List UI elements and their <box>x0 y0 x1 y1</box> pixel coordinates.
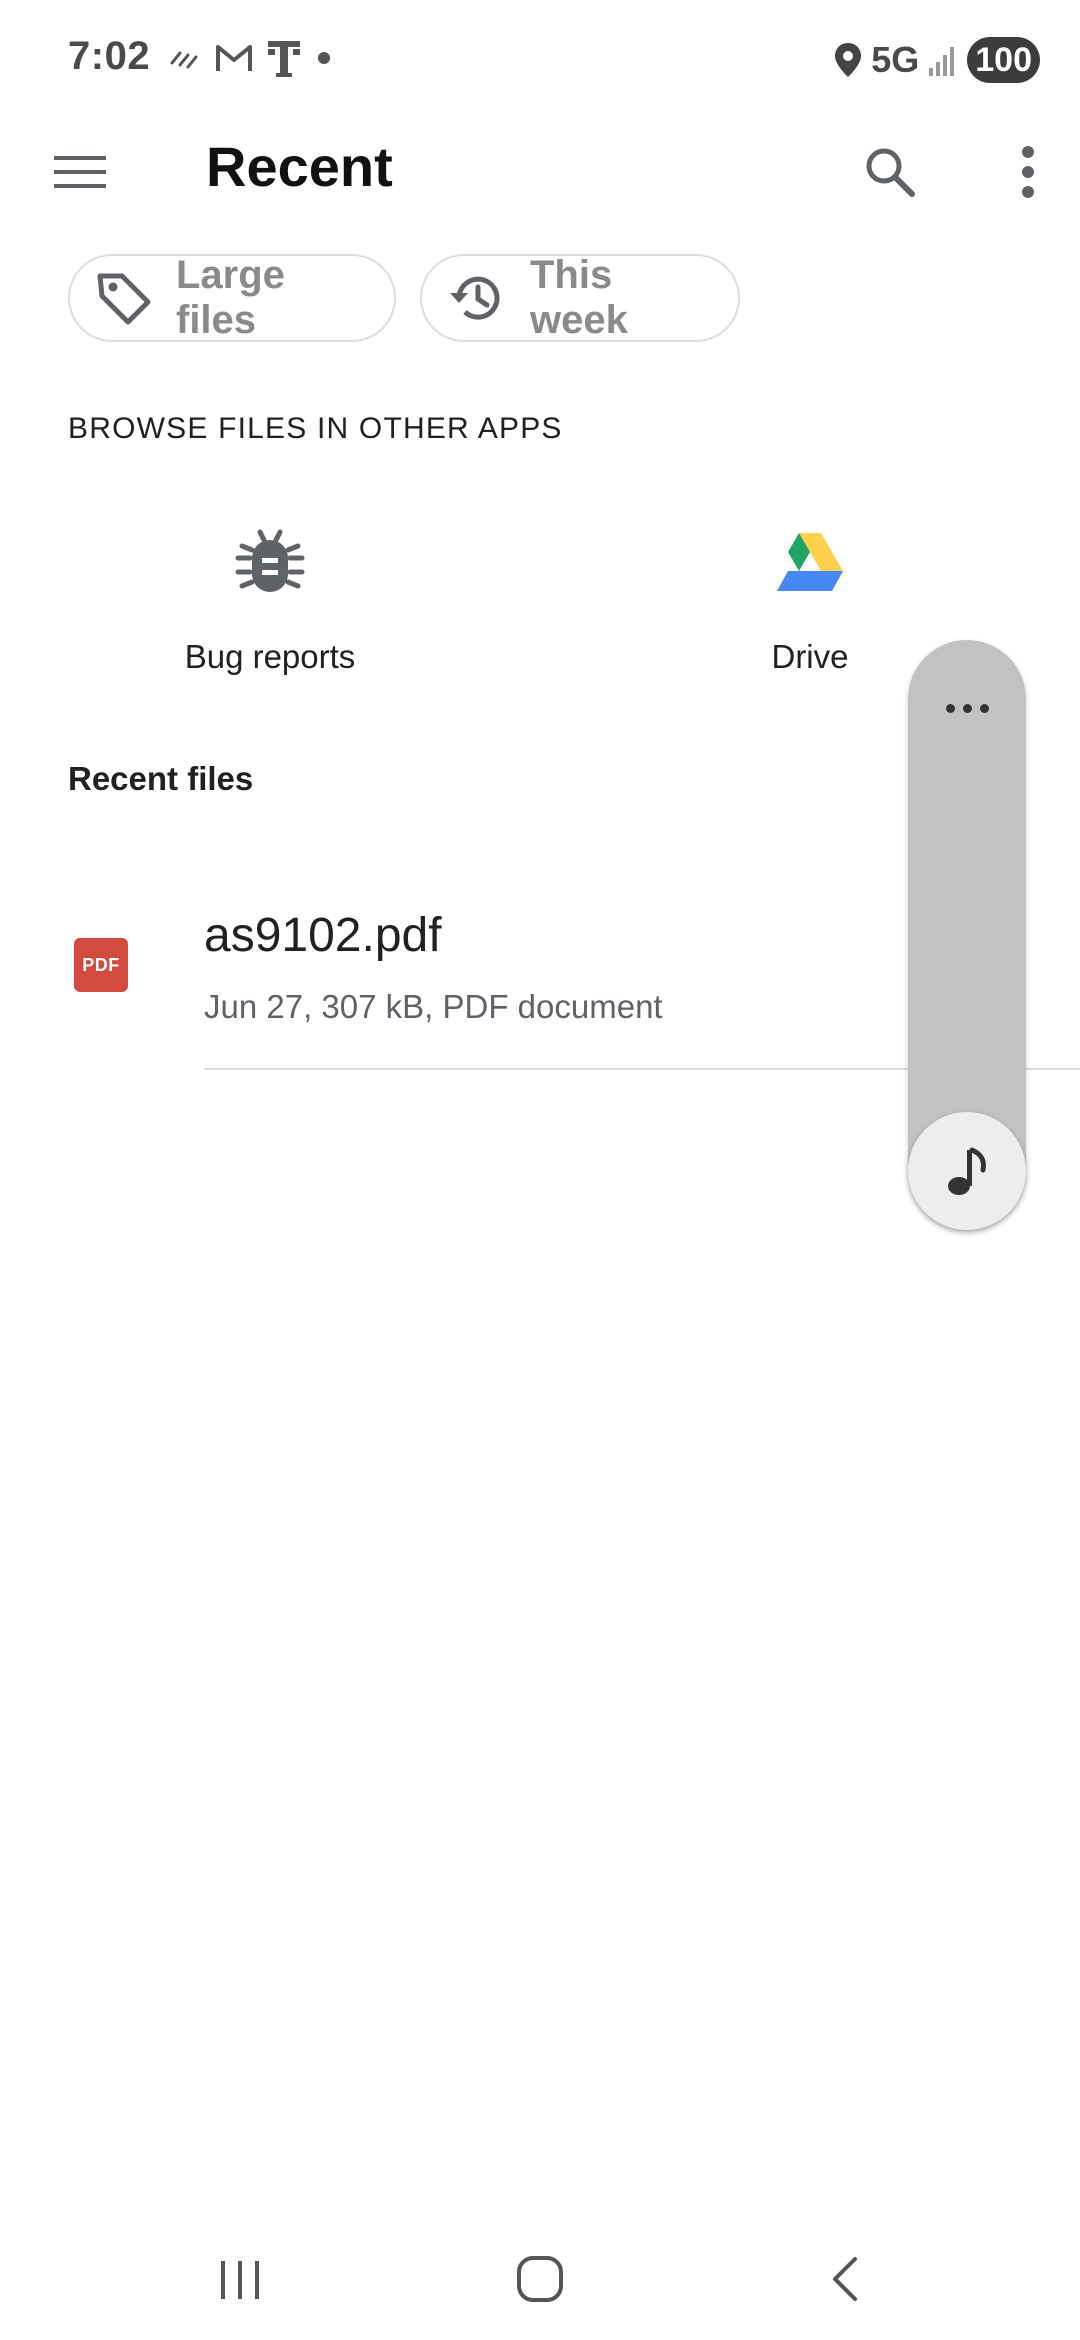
dot <box>979 703 989 713</box>
menu-button[interactable] <box>44 136 116 208</box>
more-vert-icon <box>1022 146 1034 198</box>
search-button[interactable] <box>850 132 930 212</box>
hamburger-menu-icon <box>54 156 106 188</box>
app-tile-label: Drive <box>771 638 849 675</box>
battery-indicator: 100 <box>967 37 1040 83</box>
system-nav-bar <box>0 2220 1080 2340</box>
file-name: as9102.pdf <box>204 909 442 962</box>
pdf-file-icon: PDF <box>74 938 128 992</box>
chip-label: Large files <box>176 253 285 342</box>
music-button[interactable] <box>908 1112 1026 1230</box>
chip-this-week[interactable]: This week <box>420 253 740 342</box>
overflow-menu-button[interactable] <box>990 132 1066 212</box>
gmail-icon <box>216 45 252 71</box>
chip-label: This week <box>530 253 628 342</box>
dot <box>962 703 972 713</box>
status-bar: 7:02 5G 100 <box>0 0 1080 120</box>
google-drive-icon <box>770 522 850 602</box>
floating-panel[interactable] <box>908 640 1026 1230</box>
page-title: Recent <box>206 135 393 198</box>
signal-bars-icon <box>929 47 955 76</box>
back-button[interactable] <box>800 2244 890 2314</box>
file-meta: Jun 27, 307 kB, PDF document <box>204 988 663 1025</box>
screen: 7:02 5G 100 Recent Large files This week… <box>0 0 1080 2340</box>
status-time: 7:02 <box>68 34 151 78</box>
status-icons-left <box>168 36 334 80</box>
recents-icon <box>221 2261 259 2299</box>
app-tile-label: Bug reports <box>184 638 356 675</box>
music-note-icon <box>948 1147 986 1195</box>
back-icon <box>833 2257 857 2301</box>
bug-icon <box>230 522 310 602</box>
t-mobile-icon <box>268 41 300 77</box>
search-icon <box>866 148 915 197</box>
home-button[interactable] <box>495 2244 585 2314</box>
dot <box>945 703 955 713</box>
chip-large-files[interactable]: Large files <box>68 253 396 342</box>
history-icon <box>446 267 508 329</box>
recent-files-header: Recent files <box>68 760 254 797</box>
wifi-calling-icon <box>170 51 198 69</box>
location-icon <box>835 43 862 77</box>
app-tile-bug-reports[interactable]: Bug reports <box>120 508 420 688</box>
pdf-icon-label: PDF <box>82 954 120 975</box>
notification-dot-icon <box>318 52 330 64</box>
more-horiz-icon[interactable] <box>908 678 1026 738</box>
browse-section-header: BROWSE FILES IN OTHER APPS <box>68 412 563 445</box>
status-icons-right: 5G 100 <box>833 32 1040 88</box>
home-icon <box>517 2256 563 2302</box>
tag-icon <box>94 267 154 329</box>
network-label: 5G <box>871 39 920 80</box>
app-tile-drive[interactable]: Drive <box>660 508 960 688</box>
recents-button[interactable] <box>195 2244 285 2314</box>
